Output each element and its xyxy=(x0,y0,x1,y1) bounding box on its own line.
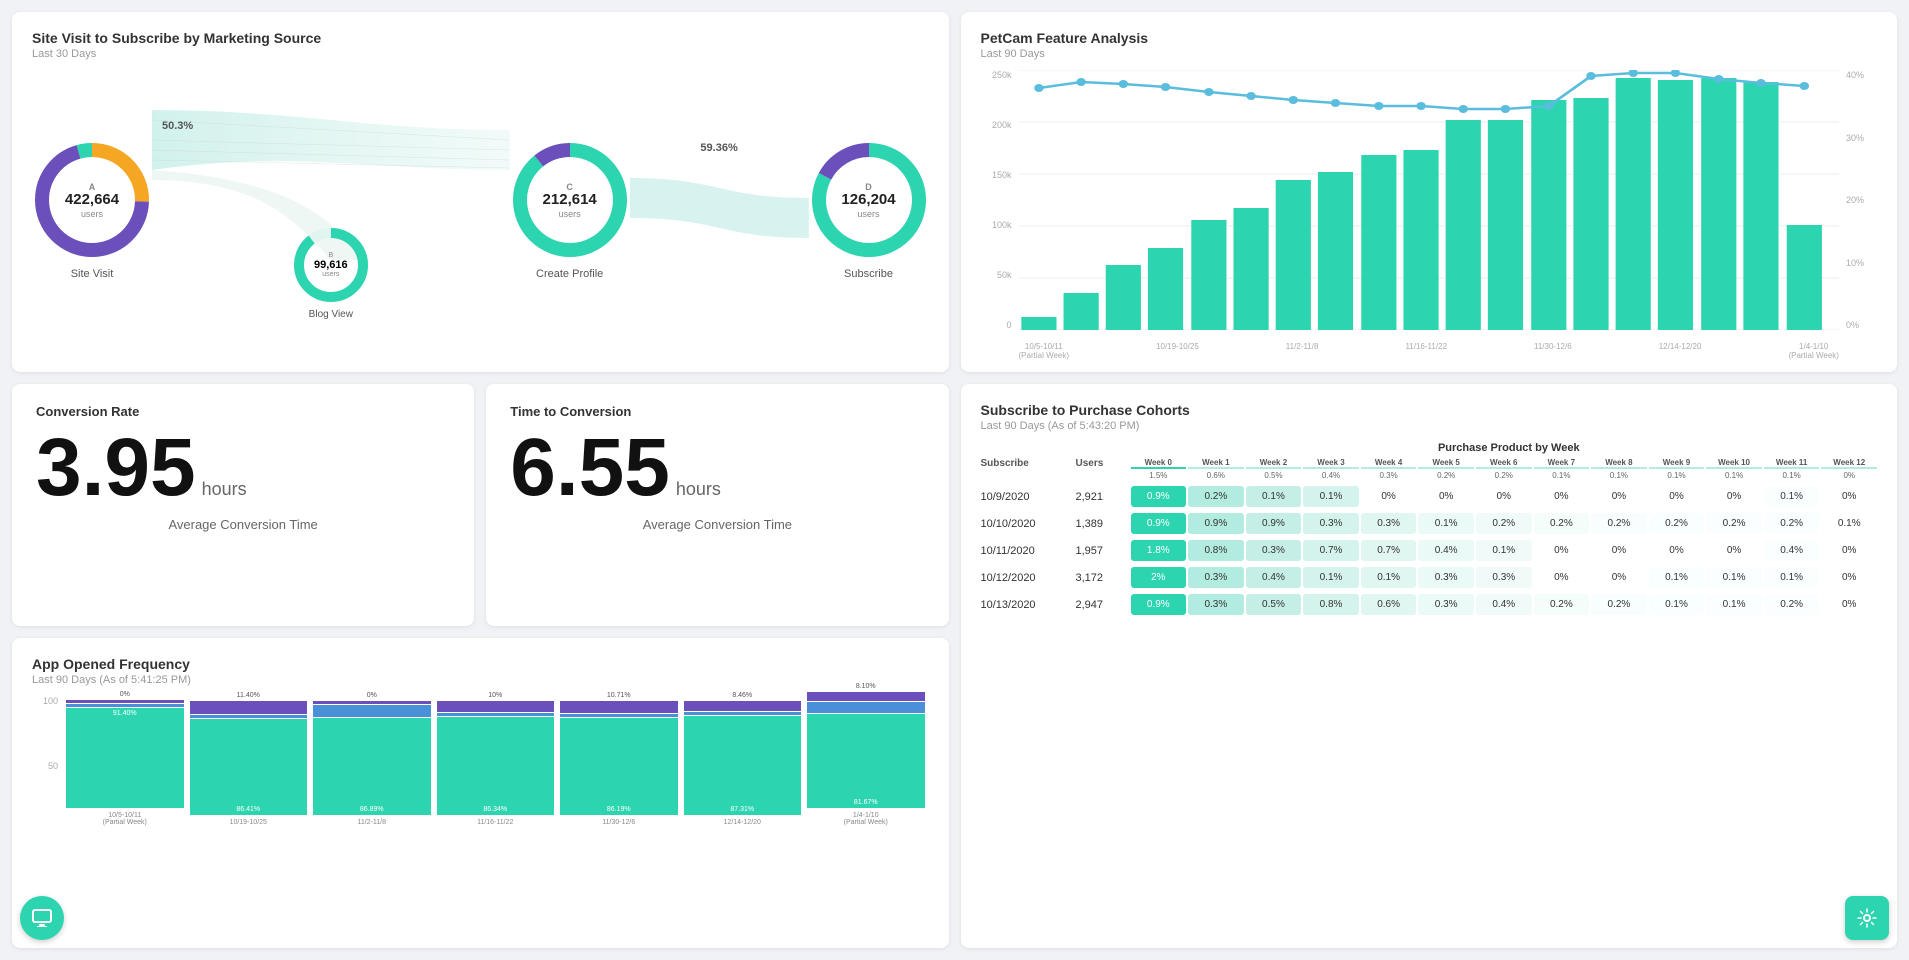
petcam-title: PetCam Feature Analysis xyxy=(981,30,1878,46)
donut-d: D 126,204 users xyxy=(809,140,929,260)
conversion-rate-desc: Average Conversion Time xyxy=(36,517,450,532)
bar-group-2: 11.40% 86.41% 10/19-10/25 xyxy=(190,696,308,826)
time-conversion-unit: hours xyxy=(676,479,721,500)
funnel-title: Site Visit to Subscribe by Marketing Sou… xyxy=(32,30,929,46)
bar-group-1: 0% 91.40% 10/5-10/11(Partial Week) xyxy=(66,696,184,826)
bar-group-5: 10.71% 86.19% 11/30-12/6 xyxy=(560,696,678,826)
funnel-connector-1: 50.3% xyxy=(152,90,510,330)
petcam-chart: 250k 200k 150k 100k 50k 0 40% 30% 20% 10… xyxy=(981,70,1878,360)
conversion-rate-unit: hours xyxy=(202,479,247,500)
settings-icon xyxy=(1857,908,1877,928)
cohort-purchase-header: Purchase Product by Week xyxy=(1141,442,1878,454)
cohort-title: Subscribe to Purchase Cohorts xyxy=(981,402,1878,418)
cohort-subscribe-header: Subscribe xyxy=(981,458,1076,469)
time-conversion-card: Time to Conversion 6.55 hours Average Co… xyxy=(486,384,948,626)
cohort-col-header-row: Purchase Product by Week xyxy=(1141,442,1878,454)
cohort-users-col: Users xyxy=(1076,458,1131,469)
petcam-x-axis: 10/5-10/11(Partial Week) 10/19-10/25 11/… xyxy=(1019,342,1840,360)
time-conversion-desc: Average Conversion Time xyxy=(510,517,924,532)
app-freq-chart: 100 50 0% 91.40% xyxy=(32,696,929,856)
donut-b-label: B 99,616 users xyxy=(314,252,348,278)
cohort-pct-row: 1.5% 0.6% 0.5% 0.4% 0.3% 0.2% 0.2% 0.1% … xyxy=(981,471,1878,480)
funnel-connector-2: 59.36% xyxy=(630,110,809,310)
table-row: 10/9/20202,9210.9%0.2%0.1%0.1%0%0%0%0%0%… xyxy=(981,486,1878,507)
app-freq-subtitle: Last 90 Days (As of 5:41:25 PM) xyxy=(32,674,929,686)
bottom-right-icon[interactable] xyxy=(1845,896,1889,940)
funnel-container: A 422,664 users Site Visit 50.3% xyxy=(32,70,929,350)
app-freq-title: App Opened Frequency xyxy=(32,656,929,672)
conversion-rate-value-group: 3.95 hours xyxy=(36,427,450,509)
table-row: 10/12/20203,1722%0.3%0.4%0.1%0.1%0.3%0.3… xyxy=(981,567,1878,588)
petcam-subtitle: Last 90 Days xyxy=(981,48,1878,60)
cohort-subtitle: Last 90 Days (As of 5:43:20 PM) xyxy=(981,420,1878,432)
funnel-node-b: B 99,616 users Blog View xyxy=(291,225,371,320)
table-row: 10/13/20202,9470.9%0.3%0.5%0.8%0.6%0.3%0… xyxy=(981,594,1878,615)
connector-pct-1: 50.3% xyxy=(162,120,193,132)
petcam-card: PetCam Feature Analysis Last 90 Days 250… xyxy=(961,12,1898,372)
conversion-rate-title: Conversion Rate xyxy=(36,404,450,419)
funnel-node-b-label: Blog View xyxy=(291,309,371,320)
bar-group-4: 10% 86.34% 11/16-11/22 xyxy=(437,696,555,826)
funnel-card: Site Visit to Subscribe by Marketing Sou… xyxy=(12,12,949,372)
donut-b: B 99,616 users xyxy=(291,225,371,305)
petcam-y-axis: 250k 200k 150k 100k 50k 0 xyxy=(981,70,1016,330)
donut-a-label: A 422,664 users xyxy=(65,182,119,219)
time-conversion-value-group: 6.55 hours xyxy=(510,427,924,509)
app-freq-y-axis: 100 50 xyxy=(32,696,62,826)
donut-a: A 422,664 users xyxy=(32,140,152,260)
cohort-week-headers: Week 0 Week 1 Week 2 Week 3 Week 4 Week … xyxy=(1131,458,1878,469)
donut-c: C 212,614 users xyxy=(510,140,630,260)
app-freq-card: App Opened Frequency Last 90 Days (As of… xyxy=(12,638,949,948)
funnel-node-c: C 212,614 users Create Profile xyxy=(510,140,630,280)
petcam-svg xyxy=(1019,70,1840,330)
petcam-y-right-axis: 40% 30% 20% 10% 0% xyxy=(1842,70,1877,330)
donut-c-label: C 212,614 users xyxy=(543,182,597,219)
conversion-rate-value: 3.95 xyxy=(36,427,196,509)
sidebar-icon[interactable] xyxy=(20,896,64,940)
funnel-node-a: A 422,664 users Site Visit xyxy=(32,140,152,280)
funnel-node-c-label: Create Profile xyxy=(536,268,603,280)
cohort-pct-labels: 1.5% 0.6% 0.5% 0.4% 0.3% 0.2% 0.2% 0.1% … xyxy=(1131,471,1878,480)
bar-group-7: 8.10% 81.67% 1/4-1/10(Partial Week) xyxy=(807,696,925,826)
funnel-node-d: D 126,204 users Subscribe xyxy=(809,140,929,280)
bar-group-6: 8.46% 87.31% 12/14-12/20 xyxy=(684,696,802,826)
conversion-rate-card: Conversion Rate 3.95 hours Average Conve… xyxy=(12,384,474,626)
time-conversion-value: 6.55 xyxy=(510,427,670,509)
cohort-week-header-row: Subscribe Users Week 0 Week 1 Week 2 Wee… xyxy=(981,458,1878,469)
cohort-card: Subscribe to Purchase Cohorts Last 90 Da… xyxy=(961,384,1898,948)
funnel-subtitle: Last 30 Days xyxy=(32,48,929,60)
cohort-data-rows: 10/9/20202,9210.9%0.2%0.1%0.1%0%0%0%0%0%… xyxy=(981,486,1878,615)
connector-pct-2: 59.36% xyxy=(700,142,737,154)
bottom-left: Conversion Rate 3.95 hours Average Conve… xyxy=(12,384,949,948)
monitor-icon xyxy=(32,908,52,928)
bar-group-3: 0% 86.89% 11/2-11/8 xyxy=(313,696,431,826)
funnel-node-d-label: Subscribe xyxy=(844,268,893,280)
table-row: 10/11/20201,9571.8%0.8%0.3%0.7%0.7%0.4%0… xyxy=(981,540,1878,561)
app-freq-bars: 0% 91.40% 10/5-10/11(Partial Week) 11.40… xyxy=(66,696,925,826)
funnel-node-a-label: Site Visit xyxy=(71,268,114,280)
donut-d-label: D 126,204 users xyxy=(841,182,895,219)
table-row: 10/10/20201,3890.9%0.9%0.9%0.3%0.3%0.1%0… xyxy=(981,513,1878,534)
cohort-table-wrapper: Purchase Product by Week Subscribe Users… xyxy=(981,442,1878,615)
time-conversion-title: Time to Conversion xyxy=(510,404,924,419)
